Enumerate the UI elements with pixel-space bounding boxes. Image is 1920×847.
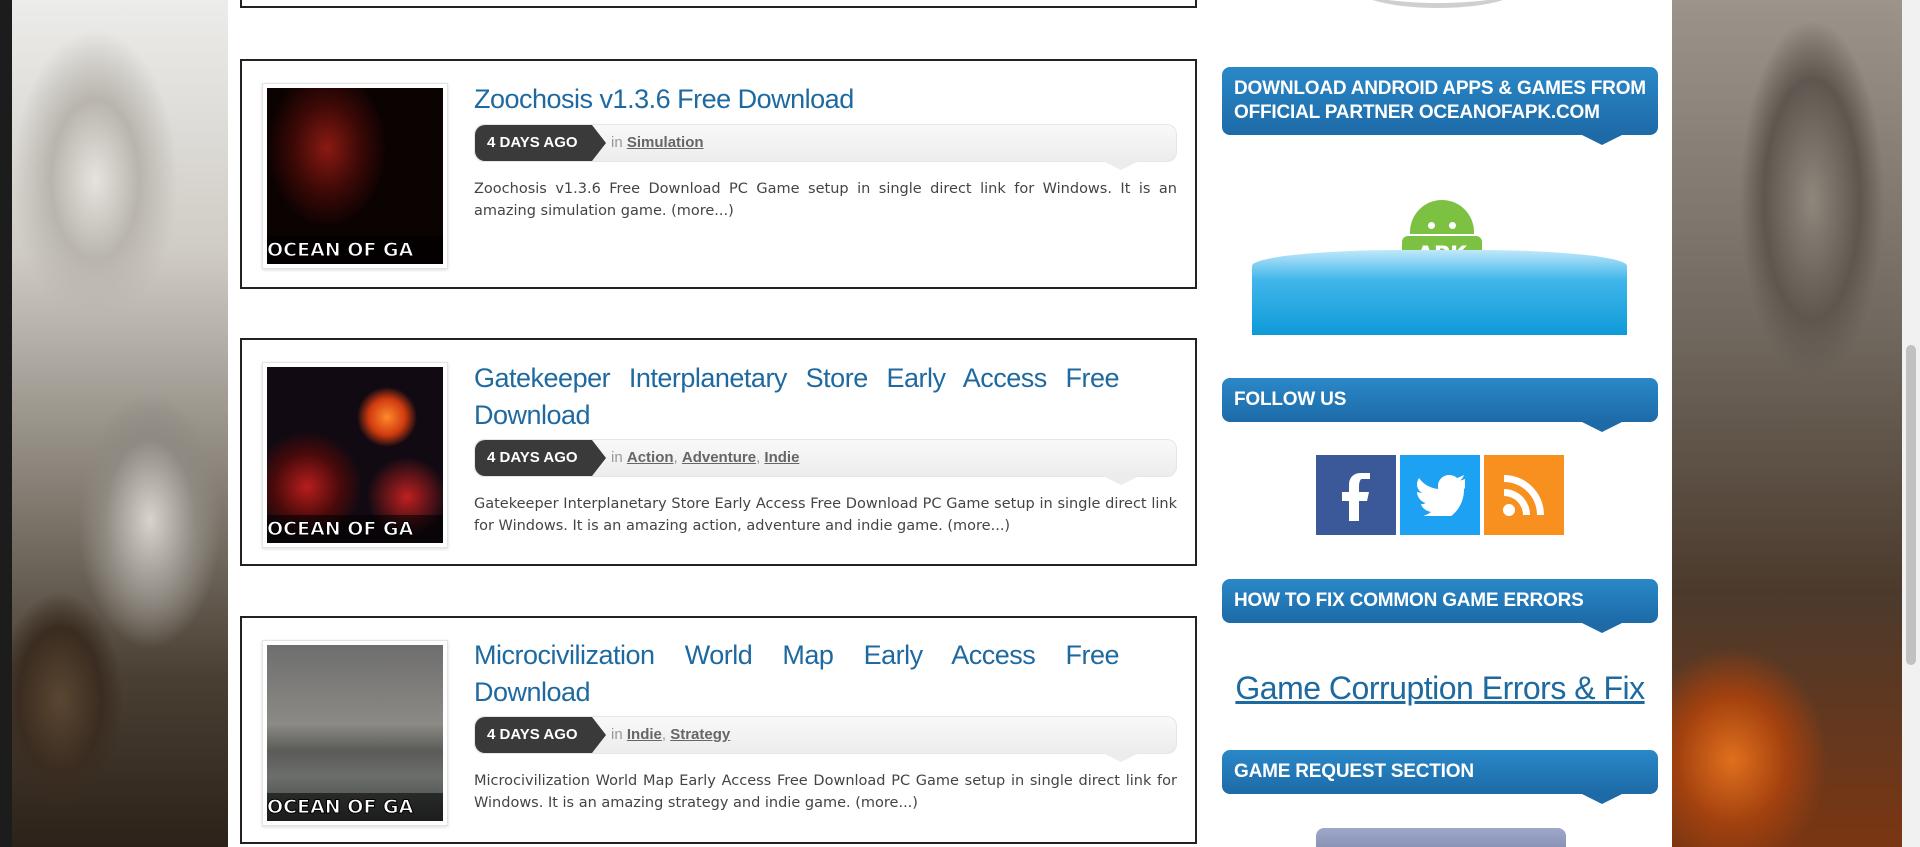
excerpt-text: Zoochosis v1.3.6 Free Download PC Game s… [474,181,1177,219]
game-corruption-errors-link[interactable]: Game Corruption Errors & Fix [1222,670,1658,707]
post-thumbnail[interactable]: OCEAN OF GA [262,640,448,826]
post-thumbnail[interactable]: OCEAN OF GA [262,362,448,548]
meta-notch [1103,476,1139,485]
previous-post-box [240,0,1197,8]
post-date-badge: 4 DAYS AGO [475,440,606,476]
in-label: in [611,134,623,151]
thumbnail-watermark: OCEAN OF GA [267,515,443,543]
excerpt-text: Microcivilization World Map Early Access… [474,773,1177,811]
category-link-adventure[interactable]: Adventure [682,449,756,466]
content-area: OCEAN OF GA Zoochosis v1.3.6 Free Downlo… [228,0,1672,847]
post-excerpt: Gatekeeper Interplanetary Store Early Ac… [474,493,1177,537]
post-date-badge: 4 DAYS AGO [475,125,606,161]
thumbnail-watermark: OCEAN OF GA [267,793,443,821]
post-meta-bar: 4 DAYS AGO in Indie, Strategy [474,716,1177,762]
read-more-link[interactable]: (more...) [671,203,734,219]
post-card: OCEAN OF GA Gatekeeper Interplanetary St… [240,338,1197,566]
post-meta-bar: 4 DAYS AGO in Action, Adventure, Indie [474,439,1177,485]
category-link-indie[interactable]: Indie [764,449,799,466]
category-link-simulation[interactable]: Simulation [627,134,704,151]
in-label: in [611,726,623,743]
background-art-left [0,0,228,847]
post-card: OCEAN OF GA Microcivilization World Map … [240,616,1197,844]
post-meta-bar: 4 DAYS AGO in Simulation [474,124,1177,170]
thumbnail-image: OCEAN OF GA [267,645,443,821]
post-date-badge: 4 DAYS AGO [475,717,606,753]
background-art-right [1672,0,1920,847]
read-more-link[interactable]: (more...) [855,795,918,811]
meta-notch [1103,753,1139,762]
post-card: OCEAN OF GA Zoochosis v1.3.6 Free Downlo… [240,59,1197,289]
android-head-icon [1410,200,1474,234]
category-link-strategy[interactable]: Strategy [670,726,730,743]
request-form-button[interactable] [1316,828,1566,847]
request-widget-heading: GAME REQUEST SECTION [1222,750,1658,804]
rss-icon[interactable] [1484,455,1564,535]
thumbnail-image: OCEAN OF GA [267,367,443,543]
in-label: in [611,449,623,466]
post-categories: in Simulation [611,125,704,161]
post-title-link[interactable]: Gatekeeper Interplanetary Store Early Ac… [474,360,1120,434]
category-link-action[interactable]: Action [627,449,674,466]
post-excerpt: Zoochosis v1.3.6 Free Download PC Game s… [474,178,1177,222]
meta-notch [1103,161,1139,170]
post-categories: in Indie, Strategy [611,726,731,743]
widget-decoration [1358,0,1518,8]
thumbnail-image: OCEAN OF GA [267,88,443,264]
thumbnail-watermark: OCEAN OF GA [267,236,443,264]
android-widget-heading: DOWNLOAD ANDROID APPS & GAMES FROM OFFIC… [1222,67,1658,145]
read-more-link[interactable]: (more...) [947,518,1010,534]
post-thumbnail[interactable]: OCEAN OF GA [262,83,448,269]
post-excerpt: Microcivilization World Map Early Access… [474,770,1177,814]
scrollbar-thumb[interactable] [1906,345,1916,665]
follow-widget-heading: FOLLOW US [1222,378,1658,432]
category-link-indie[interactable]: Indie [627,726,662,743]
twitter-icon[interactable] [1400,455,1480,535]
post-title-link[interactable]: Microcivilization World Map Early Access… [474,637,1120,711]
excerpt-text: Gatekeeper Interplanetary Store Early Ac… [474,496,1177,534]
water-waves [1252,250,1627,335]
post-title-link[interactable]: Zoochosis v1.3.6 Free Download [474,81,1177,118]
post-categories: in Action, Adventure, Indie [611,449,800,466]
oceanofapk-banner[interactable]: APK [1252,192,1627,335]
facebook-icon[interactable] [1316,455,1396,535]
errors-widget-heading: HOW TO FIX COMMON GAME ERRORS [1222,579,1658,633]
